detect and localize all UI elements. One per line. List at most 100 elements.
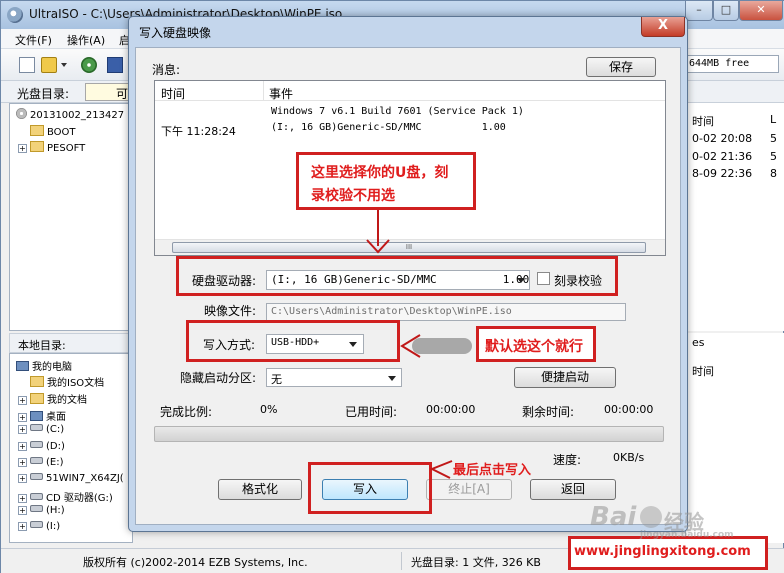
- folder-icon: [30, 376, 44, 387]
- annotation-box-select-udisk: 这里选择你的U盘，刻 录校验不用选: [296, 152, 476, 210]
- column-header-event[interactable]: 事件: [269, 85, 293, 102]
- column-header-time[interactable]: 时间: [692, 363, 714, 379]
- expand-icon[interactable]: +: [18, 458, 27, 467]
- drive-icon: [30, 505, 43, 512]
- column-header-time[interactable]: 时间: [161, 85, 185, 102]
- tree-item-pesoft[interactable]: + PESOFT: [18, 141, 85, 157]
- file-size: 5: [770, 132, 777, 145]
- expand-icon[interactable]: +: [18, 396, 27, 405]
- column-header-files[interactable]: es: [692, 336, 705, 349]
- new-file-icon[interactable]: [19, 57, 35, 73]
- elapsed-time-label: 已用时间:: [345, 405, 398, 419]
- drive-icon: [30, 457, 43, 464]
- format-button[interactable]: 格式化: [218, 479, 302, 500]
- dialog-close-button[interactable]: X: [641, 17, 685, 37]
- extract-disc-icon[interactable]: [81, 57, 97, 73]
- tree-item-drive-i[interactable]: + (I:): [18, 521, 60, 537]
- baidu-watermark-url: jingyan.baidu.com: [640, 530, 734, 540]
- tree-item-desktop[interactable]: + 桌面: [18, 408, 66, 424]
- menu-action[interactable]: 操作(A): [67, 32, 105, 48]
- tree-item-drive-f[interactable]: +51WIN7_X64ZJ(: [18, 473, 124, 489]
- expand-icon[interactable]: +: [18, 494, 27, 503]
- main-close-button[interactable]: ✕: [739, 1, 783, 21]
- tree-item-disc-root[interactable]: 20131002_213427: [16, 108, 124, 124]
- annotation-box-drive: [176, 256, 618, 296]
- annotation-select-udisk-line2: 录校验不用选: [311, 188, 395, 204]
- speed-value: 0KB/s: [613, 451, 645, 464]
- chevron-down-icon[interactable]: [388, 376, 396, 381]
- tree-item-my-computer[interactable]: 我的电脑: [16, 358, 72, 374]
- file-time: 0-02 20:08: [692, 132, 753, 145]
- arrow-down-icon: [366, 239, 390, 254]
- disc-icon: [16, 108, 27, 119]
- expand-icon[interactable]: +: [18, 144, 27, 153]
- open-folder-icon[interactable]: [41, 57, 57, 73]
- column-separator[interactable]: [263, 81, 264, 101]
- minimize-button[interactable]: –: [685, 1, 713, 21]
- dialog-title: 写入硬盘映像: [139, 26, 212, 40]
- tree-item-boot[interactable]: BOOT: [30, 125, 76, 141]
- cd-drive-icon: [30, 493, 43, 500]
- expand-icon[interactable]: +: [18, 474, 27, 483]
- desktop-icon: [30, 411, 43, 421]
- expand-icon[interactable]: +: [18, 522, 27, 531]
- dropdown-arrow-icon[interactable]: [61, 63, 67, 67]
- site-url: www.jinglingxitong.com: [574, 544, 751, 559]
- drive-icon: [30, 473, 43, 480]
- expand-icon[interactable]: +: [18, 506, 27, 515]
- local-tree-pane[interactable]: 我的电脑 我的ISO文档 + 我的文档 + 桌面 + (C:) + (D:) + (E:)…: [9, 353, 133, 543]
- quick-boot-button[interactable]: 便捷启动: [514, 367, 616, 388]
- message-time: 下午 11:28:24: [161, 125, 236, 138]
- save-icon[interactable]: [107, 57, 123, 73]
- message-event: Windows 7 v6.1 Build 7601 (Service Pack …: [271, 106, 524, 117]
- expand-icon[interactable]: +: [18, 413, 27, 422]
- tree-item-drive-h[interactable]: + (H:): [18, 505, 65, 521]
- column-header-l[interactable]: L: [770, 113, 776, 126]
- annotation-click-write: 最后点击写入: [453, 463, 532, 478]
- expand-icon[interactable]: +: [18, 442, 27, 451]
- disc-files-pane[interactable]: 时间 L 0-02 20:08 0-02 21:36 8-09 22:36 5 …: [685, 103, 784, 331]
- menu-file[interactable]: 文件(F): [15, 32, 52, 48]
- image-file-field[interactable]: C:\Users\Administrator\Desktop\WinPE.iso: [266, 303, 626, 321]
- remaining-time-value: 00:00:00: [604, 403, 654, 416]
- tree-item-drive-e[interactable]: + (E:): [18, 457, 64, 473]
- messages-label: 消息:: [152, 63, 181, 77]
- column-header-time[interactable]: 时间: [692, 113, 714, 129]
- image-file-label: 映像文件:: [204, 304, 257, 318]
- save-log-button[interactable]: 保存: [586, 57, 656, 77]
- arrow-left-icon: [400, 334, 421, 358]
- elapsed-time-value: 00:00:00: [426, 403, 476, 416]
- scrollbar-thumb[interactable]: III: [172, 242, 646, 253]
- annotation-default-method: 默认选这个就行: [485, 339, 583, 355]
- status-disc-info: 光盘目录: 1 文件, 326 KB: [411, 556, 541, 569]
- expand-icon[interactable]: +: [18, 425, 27, 434]
- folder-icon: [30, 125, 44, 136]
- stop-button[interactable]: 终止[A]: [426, 479, 512, 500]
- site-stamp: www.jinglingxitong.com: [568, 536, 768, 570]
- drive-icon: [30, 441, 43, 448]
- local-dir-label: 本地目录:: [18, 339, 66, 352]
- disc-tree-pane[interactable]: 20131002_213427 BOOT + PESOFT: [9, 103, 133, 331]
- annotation-select-udisk-line1: 这里选择你的U盘，刻: [311, 165, 449, 181]
- arrow-left-icon: [429, 460, 453, 479]
- annotation-box-method: [186, 320, 400, 362]
- folder-icon: [30, 141, 44, 152]
- tree-item-drive-d[interactable]: + (D:): [18, 441, 65, 457]
- hidden-boot-partition-select[interactable]: 无: [266, 368, 402, 387]
- tree-item-drive-c[interactable]: + (C:): [18, 424, 64, 440]
- disc-dir-label: 光盘目录:: [17, 87, 70, 101]
- folder-icon: [30, 393, 44, 404]
- tree-item-drive-g[interactable]: + CD 驱动器(G:): [18, 489, 113, 505]
- message-list-hscrollbar[interactable]: III: [155, 239, 665, 255]
- paw-icon: [640, 506, 662, 528]
- hidden-boot-partition-label: 隐藏启动分区:: [180, 371, 257, 385]
- completion-value: 0%: [260, 403, 278, 416]
- tree-item-my-documents[interactable]: + 我的文档: [18, 391, 87, 407]
- file-size: 5: [770, 150, 777, 163]
- ultraiso-logo-icon: [7, 7, 23, 23]
- maximize-button[interactable]: □: [713, 1, 739, 21]
- tree-item-my-iso[interactable]: 我的ISO文档: [30, 374, 104, 390]
- back-button[interactable]: 返回: [530, 479, 616, 500]
- free-space-indicator: 644MB free: [685, 55, 779, 73]
- annotation-box-default-method: 默认选这个就行: [476, 326, 596, 362]
